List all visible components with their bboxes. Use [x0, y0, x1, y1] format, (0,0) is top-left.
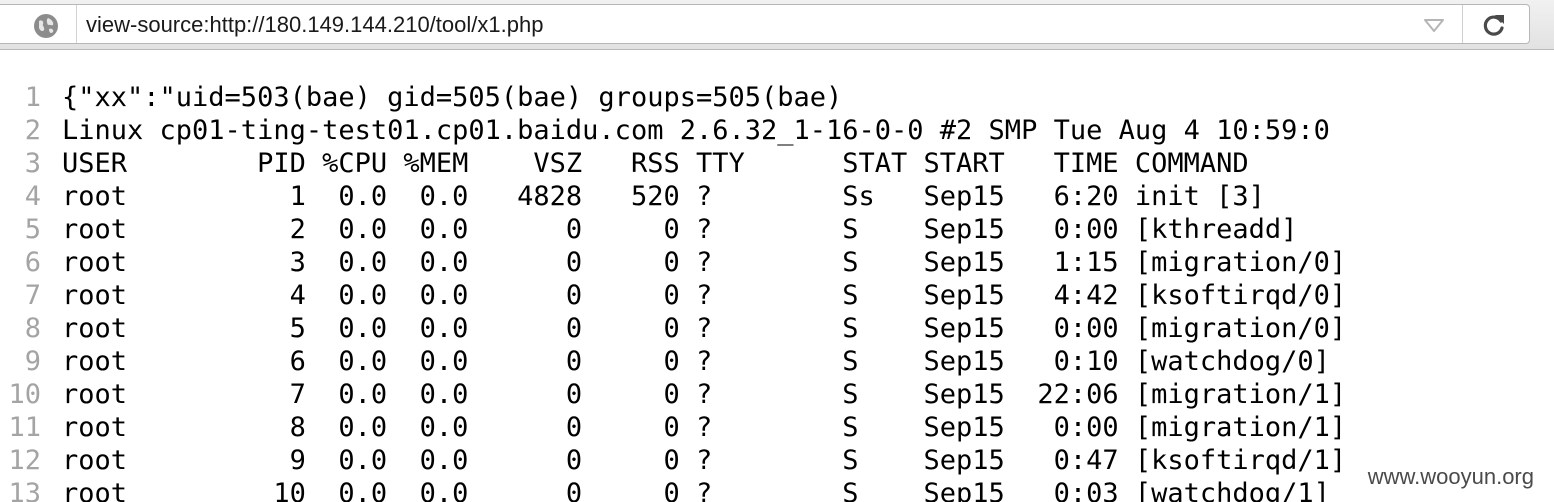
dropdown-arrow-icon[interactable]: [1422, 15, 1446, 35]
line-number: 5: [24, 214, 41, 245]
source-line: 10 root 7 0.0 0.0 0 0 ? S Sep15 22:06 [mi…: [0, 378, 1554, 411]
source-line: 13 root 10 0.0 0.0 0 0 ? S Sep15 0:03 [wa…: [0, 477, 1554, 502]
source-line: 11 root 8 0.0 0.0 0 0 ? S Sep15 0:00 [mig…: [0, 411, 1554, 444]
source-line: 8 root 5 0.0 0.0 0 0 ? S Sep15 0:00 [migr…: [0, 312, 1554, 345]
line-number: 2: [24, 115, 41, 146]
line-number: 8: [24, 313, 41, 344]
line-number: 12: [8, 445, 41, 476]
source-line: 7 root 4 0.0 0.0 0 0 ? S Sep15 4:42 [ksof…: [0, 279, 1554, 312]
source-line: 5 root 2 0.0 0.0 0 0 ? S Sep15 0:00 [kthr…: [0, 213, 1554, 246]
line-number: 1: [24, 82, 41, 113]
line-content: root 1 0.0 0.0 4828 520 ? Ss Sep15 6:20 …: [62, 181, 1265, 212]
address-bar[interactable]: view-source:http://180.149.144.210/tool/…: [0, 4, 1530, 44]
line-number: 4: [24, 181, 41, 212]
source-line: 2 Linux cp01-ting-test01.cp01.baidu.com 2…: [0, 114, 1554, 147]
line-number: 10: [8, 379, 41, 410]
line-content: root 3 0.0 0.0 0 0 ? S Sep15 1:15 [migra…: [62, 247, 1347, 278]
line-number: 7: [24, 280, 41, 311]
line-content: root 10 0.0 0.0 0 0 ? S Sep15 0:03 [watc…: [62, 478, 1330, 502]
reload-divider: [1462, 5, 1463, 43]
line-content: root 5 0.0 0.0 0 0 ? S Sep15 0:00 [migra…: [62, 313, 1347, 344]
line-number: 11: [8, 412, 41, 443]
line-content: Linux cp01-ting-test01.cp01.baidu.com 2.…: [62, 115, 1330, 146]
line-number: 6: [24, 247, 41, 278]
line-content: root 8 0.0 0.0 0 0 ? S Sep15 0:00 [migra…: [62, 412, 1347, 443]
line-content: {"xx":"uid=503(bae) gid=505(bae) groups=…: [62, 82, 843, 113]
line-number: 9: [24, 346, 41, 377]
watermark: www.wooyun.org: [1363, 464, 1538, 490]
line-content: root 2 0.0 0.0 0 0 ? S Sep15 0:00 [kthre…: [62, 214, 1298, 245]
source-line: 6 root 3 0.0 0.0 0 0 ? S Sep15 1:15 [migr…: [0, 246, 1554, 279]
url-text[interactable]: view-source:http://180.149.144.210/tool/…: [86, 12, 543, 38]
source-line: 12 root 9 0.0 0.0 0 0 ? S Sep15 0:47 [kso…: [0, 444, 1554, 477]
line-content: USER PID %CPU %MEM VSZ RSS TTY STAT STAR…: [62, 148, 1249, 179]
source-line: 3 USER PID %CPU %MEM VSZ RSS TTY STAT STA…: [0, 147, 1554, 180]
line-content: root 7 0.0 0.0 0 0 ? S Sep15 22:06 [migr…: [62, 379, 1347, 410]
source-line: 9 root 6 0.0 0.0 0 0 ? S Sep15 0:10 [watc…: [0, 345, 1554, 378]
url-divider: [76, 5, 77, 43]
line-content: root 6 0.0 0.0 0 0 ? S Sep15 0:10 [watch…: [62, 346, 1330, 377]
line-content: root 4 0.0 0.0 0 0 ? S Sep15 4:42 [ksoft…: [62, 280, 1347, 311]
browser-toolbar: view-source:http://180.149.144.210/tool/…: [0, 0, 1554, 50]
source-line: 1 {"xx":"uid=503(bae) gid=505(bae) groups…: [0, 81, 1554, 114]
line-content: root 9 0.0 0.0 0 0 ? S Sep15 0:47 [ksoft…: [62, 445, 1347, 476]
line-number: 3: [24, 148, 41, 179]
reload-icon[interactable]: [1480, 11, 1508, 39]
source-line: 4 root 1 0.0 0.0 4828 520 ? Ss Sep15 6:20…: [0, 180, 1554, 213]
source-view: 1 {"xx":"uid=503(bae) gid=505(bae) groups…: [0, 81, 1554, 502]
globe-icon[interactable]: [33, 13, 59, 39]
line-number: 13: [8, 478, 41, 502]
